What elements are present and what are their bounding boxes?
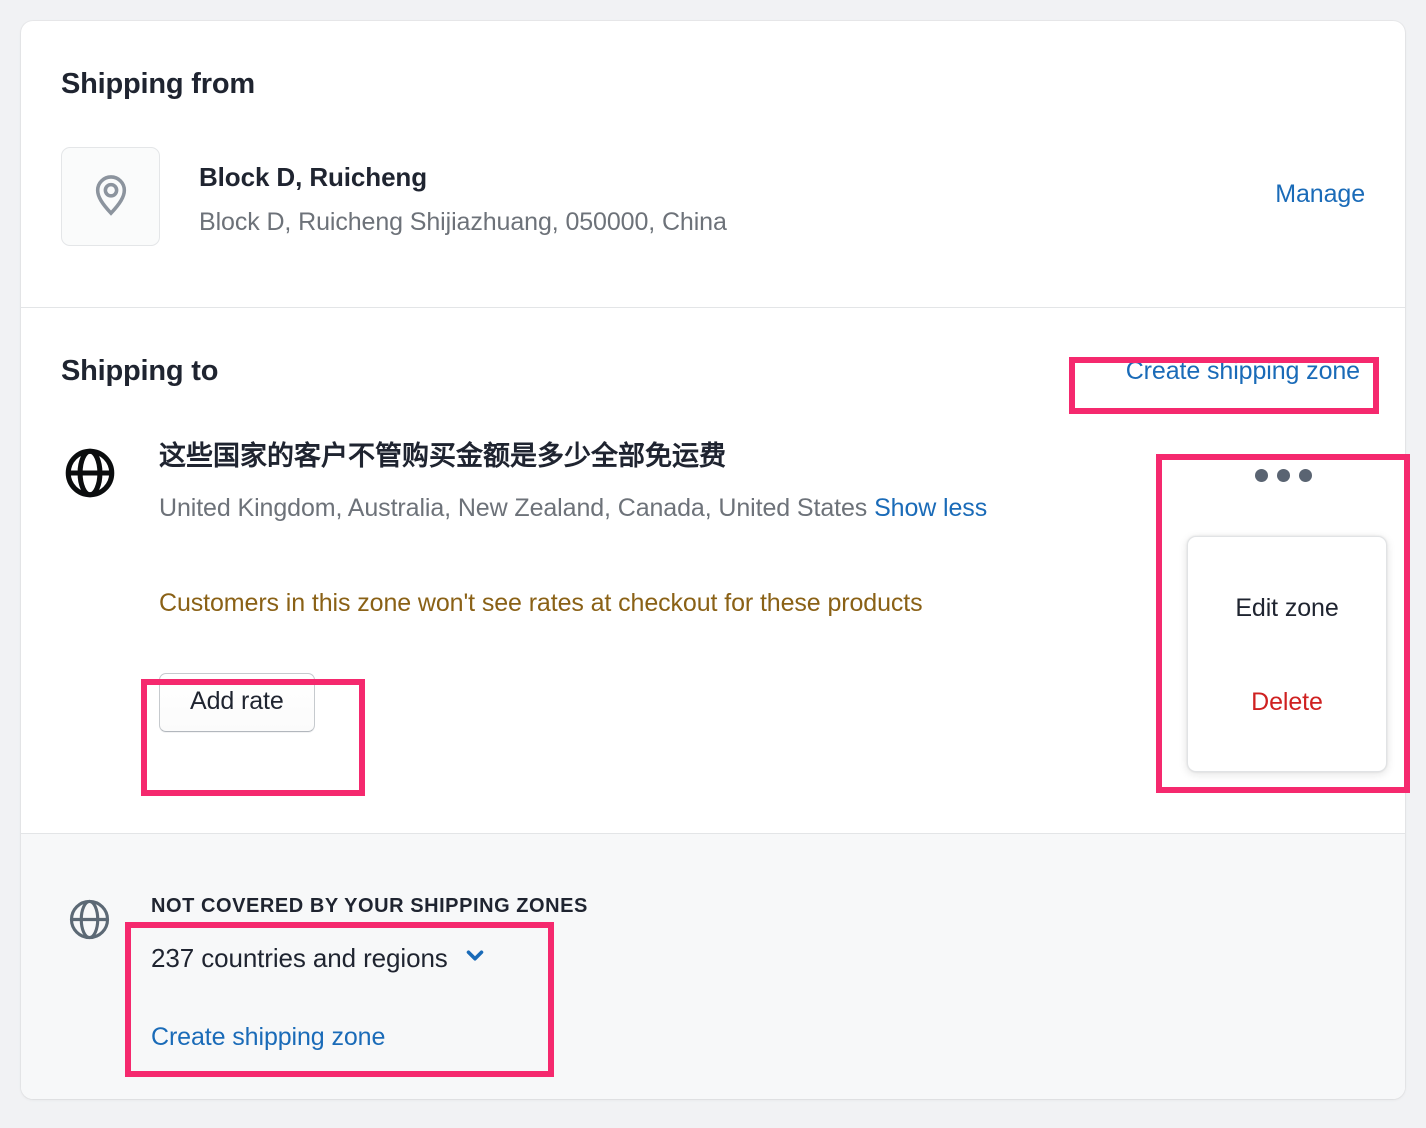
kebab-dot-2 xyxy=(1277,469,1290,482)
add-rate-wrapper: Add rate xyxy=(159,673,1159,733)
location-pin-icon xyxy=(86,169,136,224)
shipping-settings-page: Shipping from Block D, Ruicheng Block D,… xyxy=(0,0,1426,1128)
globe-icon xyxy=(66,895,116,948)
zone-title: 这些国家的客户不管购买金额是多少全部免运费 xyxy=(159,441,726,471)
create-shipping-zone-link-top[interactable]: Create shipping zone xyxy=(1126,357,1365,386)
zone-countries-text: United Kingdom, Australia, New Zealand, … xyxy=(159,494,868,523)
origin-address-block: Block D, Ruicheng Block D, Ruicheng Shij… xyxy=(199,147,727,237)
shipping-to-header: Shipping to Create shipping zone xyxy=(61,355,1365,388)
shipping-zone-row: 这些国家的客户不管购买金额是多少全部免运费 United Kingdom, Au… xyxy=(61,440,1365,733)
edit-zone-menu-item[interactable]: Edit zone xyxy=(1188,594,1386,623)
shipping-from-section: Shipping from Block D, Ruicheng Block D,… xyxy=(21,21,1405,307)
location-icon-box xyxy=(61,147,160,246)
manage-link[interactable]: Manage xyxy=(1275,180,1365,209)
not-covered-section: NOT COVERED BY YOUR SHIPPING ZONES 237 c… xyxy=(21,834,1405,1099)
origin-address: Block D, Ruicheng Shijiazhuang, 050000, … xyxy=(199,208,727,236)
kebab-dot-1 xyxy=(1255,469,1268,482)
zone-warning-text: Customers in this zone won't see rates a… xyxy=(159,589,923,618)
shipping-from-title: Shipping from xyxy=(61,68,255,100)
not-covered-label: NOT COVERED BY YOUR SHIPPING ZONES xyxy=(151,895,588,917)
origin-name: Block D, Ruicheng xyxy=(199,162,427,192)
shipping-to-title: Shipping to xyxy=(61,355,219,387)
shipping-zone-details: 这些国家的客户不管购买金额是多少全部免运费 United Kingdom, Au… xyxy=(159,440,1159,733)
countries-count-toggle[interactable]: 237 countries and regions xyxy=(151,942,588,975)
add-rate-button[interactable]: Add rate xyxy=(159,673,315,733)
kebab-menu-icon[interactable] xyxy=(1249,463,1318,488)
not-covered-body: NOT COVERED BY YOUR SHIPPING ZONES 237 c… xyxy=(151,895,588,1052)
zone-actions-popover: Edit zone Delete xyxy=(1187,536,1387,772)
origin-location-row: Block D, Ruicheng Block D, Ruicheng Shij… xyxy=(61,147,1365,246)
globe-icon xyxy=(61,440,123,732)
countries-count-label: 237 countries and regions xyxy=(151,943,448,973)
kebab-dot-3 xyxy=(1299,469,1312,482)
zone-countries: United Kingdom, Australia, New Zealand, … xyxy=(159,494,1159,523)
not-covered-row: NOT COVERED BY YOUR SHIPPING ZONES 237 c… xyxy=(66,895,1365,1052)
delete-zone-menu-item[interactable]: Delete xyxy=(1188,688,1386,717)
chevron-down-icon xyxy=(462,942,488,975)
create-shipping-zone-link-bottom[interactable]: Create shipping zone xyxy=(151,1023,588,1052)
show-less-link[interactable]: Show less xyxy=(874,494,987,522)
